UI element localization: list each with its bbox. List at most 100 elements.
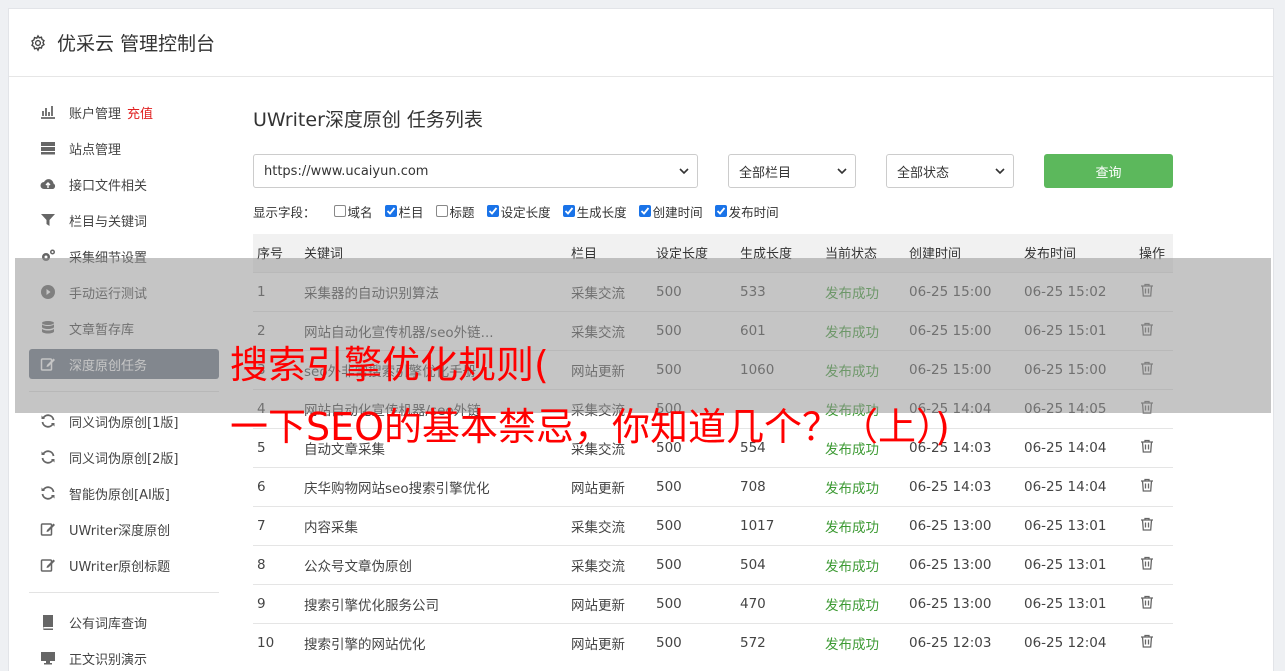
sidebar-item[interactable]: 账户管理 充值 [29, 97, 219, 127]
table-cell: 06-25 12:04 [1020, 622, 1135, 662]
sidebar-item[interactable]: 站点管理 [29, 133, 219, 163]
table-cell: 500 [652, 505, 736, 545]
table-cell: 572 [736, 622, 821, 662]
table-cell: 公众号文章伪原创 [300, 544, 567, 584]
edit-icon [39, 520, 57, 538]
sidebar-item[interactable]: UWriter原创标题 [29, 550, 219, 580]
table-row: 9 搜索引擎优化服务公司 网站更新 500 470 发布成功 06-25 13:00 06-2… [253, 583, 1173, 623]
field-checkbox[interactable]: 发布时间 [714, 202, 779, 221]
field-checkbox[interactable]: 域名 [333, 202, 373, 221]
gear-icon [31, 34, 45, 52]
table-cell: 500 [652, 583, 736, 623]
sidebar-item-label: UWriter原创标题 [69, 559, 171, 575]
trash-icon[interactable] [1139, 516, 1155, 532]
page-title: UWriter深度原创 任务列表 [253, 109, 483, 131]
table-cell: 内容采集 [300, 505, 567, 545]
field-checkbox[interactable]: 生成长度 [562, 202, 627, 221]
bar-chart-icon [39, 103, 57, 121]
field-checkbox[interactable]: 标题 [435, 202, 475, 221]
table-cell: 06-25 12:03 [905, 622, 1020, 662]
sidebar-item-label: 正文识别演示 [69, 652, 148, 668]
checkbox-icon[interactable] [384, 205, 397, 217]
display-fields: 显示字段： 域名 栏目 标题 设定长度 生成长度 创建时间 发布时间 [253, 198, 1173, 224]
cloud-upload-icon [39, 175, 57, 193]
top-bar: 优采云 管理控制台 [9, 9, 1273, 77]
column-select[interactable]: 全部栏目 [728, 154, 856, 188]
status-select[interactable]: 全部状态 [886, 154, 1014, 188]
column-select-value: 全部栏目 [739, 165, 792, 181]
trash-icon[interactable] [1139, 477, 1155, 493]
overlay-band [15, 258, 1271, 413]
action-cell [1135, 466, 1173, 506]
sidebar-item[interactable]: 接口文件相关 [29, 169, 219, 199]
chevron-down-icon [995, 168, 1005, 175]
table-cell: 1017 [736, 505, 821, 545]
site-select[interactable]: https://www.ucaiyun.com [253, 154, 698, 188]
table-cell: 采集交流 [567, 505, 652, 545]
field-checkbox-label: 标题 [449, 204, 475, 220]
table-cell: 06-25 13:01 [1020, 583, 1135, 623]
table-cell: 网站更新 [567, 466, 652, 506]
chevron-down-icon [837, 168, 847, 175]
field-checkbox[interactable]: 创建时间 [638, 202, 703, 221]
book-icon [39, 613, 57, 631]
table-cell: 9 [253, 583, 300, 623]
field-checkbox-label: 设定长度 [500, 204, 551, 220]
table-cell: 06-25 13:00 [905, 583, 1020, 623]
table-cell: 采集交流 [567, 544, 652, 584]
overlay-headline-line2: 一下SEO的基本禁忌，你知道几个？（上）) [230, 405, 950, 449]
field-checkbox[interactable]: 设定长度 [486, 202, 551, 221]
recharge-link[interactable]: 充值 [127, 103, 153, 122]
trash-icon[interactable] [1139, 555, 1155, 571]
table-cell: 06-25 13:00 [905, 544, 1020, 584]
status-cell: 发布成功 [821, 583, 905, 623]
table-row: 10 搜索引擎的网站优化 网站更新 500 572 发布成功 06-25 12:03 06-2… [253, 622, 1173, 662]
table-cell: 500 [652, 544, 736, 584]
table-row: 6 庆华购物网站seo搜索引擎优化 网站更新 500 708 发布成功 06-25 14:0… [253, 466, 1173, 506]
checkbox-icon[interactable] [714, 205, 727, 217]
field-checkbox-label: 生成长度 [576, 204, 627, 220]
field-checkbox-label: 域名 [347, 204, 373, 220]
site-select-value: https://www.ucaiyun.com [264, 163, 429, 179]
sidebar-item[interactable]: 智能伪原创[AI版] [29, 478, 219, 508]
action-cell [1135, 427, 1173, 467]
table-cell: 7 [253, 505, 300, 545]
sidebar-item-label: 栏目与关键词 [69, 214, 148, 230]
checkbox-icon[interactable] [638, 205, 651, 217]
trash-icon[interactable] [1139, 594, 1155, 610]
table-cell: 06-25 13:01 [1020, 505, 1135, 545]
sidebar-item-label: UWriter深度原创 [69, 523, 171, 539]
checkbox-icon[interactable] [562, 205, 575, 217]
sidebar-item-label: 接口文件相关 [69, 178, 148, 194]
field-checkbox-label: 发布时间 [728, 204, 779, 220]
trash-icon[interactable] [1139, 633, 1155, 649]
status-select-value: 全部状态 [897, 165, 950, 181]
table-cell: 500 [652, 622, 736, 662]
action-cell [1135, 583, 1173, 623]
sidebar-item[interactable]: UWriter深度原创 [29, 514, 219, 544]
query-button[interactable]: 查询 [1044, 154, 1173, 188]
table-row: 8 公众号文章伪原创 采集交流 500 504 发布成功 06-25 13:00 06-25 … [253, 544, 1173, 584]
checkbox-icon[interactable] [486, 205, 499, 217]
sidebar-item[interactable]: 公有词库查询 [29, 607, 219, 637]
sidebar-item[interactable]: 栏目与关键词 [29, 205, 219, 235]
sidebar-item-label: 站点管理 [69, 142, 122, 158]
table-cell: 网站更新 [567, 622, 652, 662]
table-cell: 06-25 14:04 [1020, 427, 1135, 467]
table-cell: 网站更新 [567, 583, 652, 623]
table-cell: 庆华购物网站seo搜索引擎优化 [300, 466, 567, 506]
table-cell: 10 [253, 622, 300, 662]
sidebar-divider [29, 592, 219, 593]
table-cell: 8 [253, 544, 300, 584]
status-cell: 发布成功 [821, 544, 905, 584]
refresh-icon [39, 448, 57, 466]
monitor-icon [39, 649, 57, 667]
table-cell: 470 [736, 583, 821, 623]
sidebar-item[interactable]: 正文识别演示 [29, 643, 219, 671]
sidebar-item[interactable]: 同义词伪原创[2版] [29, 442, 219, 472]
field-checkbox[interactable]: 栏目 [384, 202, 424, 221]
checkbox-icon[interactable] [333, 205, 346, 217]
sidebar-item-label: 同义词伪原创[1版] [69, 415, 179, 431]
trash-icon[interactable] [1139, 438, 1155, 454]
checkbox-icon[interactable] [435, 205, 448, 217]
